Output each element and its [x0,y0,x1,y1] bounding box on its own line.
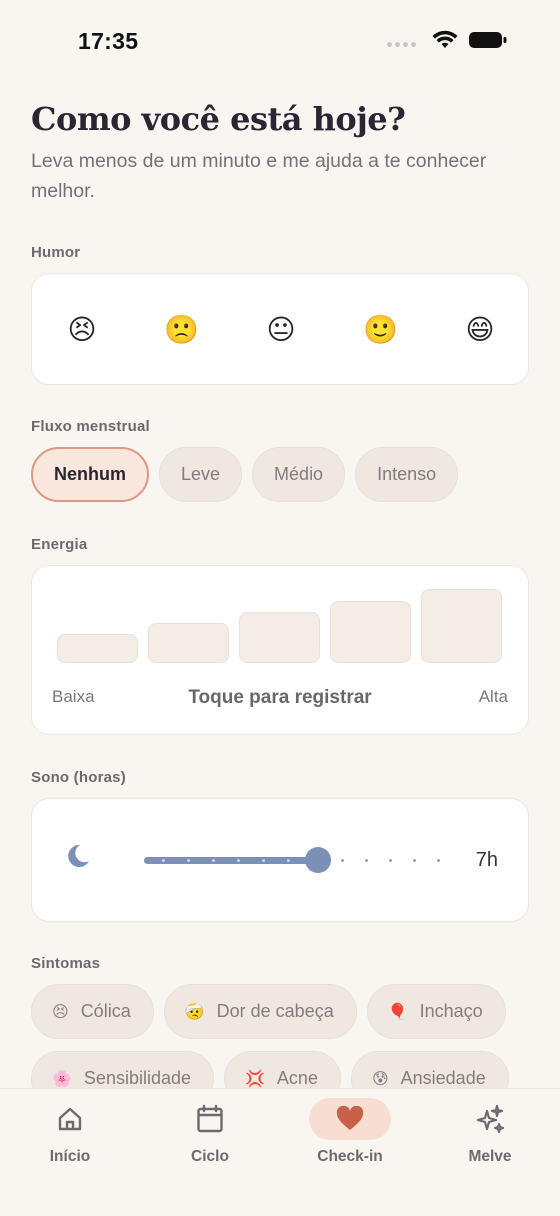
symptom-label: Dor de cabeça [216,1001,334,1021]
mood-option-good[interactable]: 🙂 [361,309,401,349]
symptoms-label: Sintomas [31,955,101,972]
mood-option-great[interactable]: 😄 [460,309,500,349]
flow-label: Fluxo menstrual [31,418,150,435]
tab-cycle[interactable]: Ciclo [160,1098,260,1166]
energy-card: Baixa Toque para registrar Alta [31,565,529,735]
symptom-cramps[interactable]: 😣 Cólica [31,984,154,1039]
mood-option-bad[interactable]: 🙁 [162,309,202,349]
sleep-slider-thumb[interactable] [305,847,331,873]
energy-level-1[interactable] [57,634,138,663]
flow-option-medium[interactable]: Médio [252,447,346,502]
calendar-icon [196,1098,224,1140]
energy-level-2[interactable] [148,623,229,663]
flow-option-none[interactable]: Nenhum [31,447,149,502]
tab-label: Início [49,1148,91,1165]
energy-level-4[interactable] [330,601,411,663]
wifi-icon [432,30,458,48]
tab-bar: Início Ciclo Check-in Melve [0,1090,560,1170]
anger-symbol-emoji-icon: 💢 [245,1070,265,1088]
symptom-bloating[interactable]: 🎈 Inchaço [366,984,506,1039]
checkin-content: Como você está hoje? Leva menos de um mi… [31,96,529,1106]
symptom-label: Acne [276,1068,318,1088]
symptom-label: Sensibilidade [83,1068,191,1088]
blossom-emoji-icon: 🌸 [52,1070,72,1088]
sparkles-icon [475,1098,505,1140]
sleep-slider-remaining [341,859,440,862]
battery-icon [469,32,507,48]
tab-label: Check-in [317,1148,383,1165]
mood-card: 😣 🙁 😐 🙂 😄 [31,273,529,385]
flow-options: Nenhum Leve Médio Intenso [31,447,529,502]
symptom-label: Cólica [80,1001,131,1021]
mood-label: Humor [31,244,81,261]
page-subtitle: Leva menos de um minuto e me ajuda a te … [31,150,487,202]
moon-icon [68,844,89,867]
energy-level-3[interactable] [239,612,320,663]
sleep-slider-ticks [162,859,315,862]
anxious-face-emoji-icon: 😰 [371,1070,389,1088]
tab-label: Ciclo [191,1148,229,1165]
mood-option-neutral[interactable]: 😐 [261,309,301,349]
sleep-card: 7h [31,798,529,922]
headache-emoji-icon: 🤕 [184,1003,205,1021]
symptom-label: Ansiedade [400,1068,486,1088]
status-icons [387,30,508,50]
tab-checkin[interactable]: Check-in [300,1098,400,1166]
tab-home[interactable]: Início [20,1098,120,1166]
flow-option-heavy[interactable]: Intenso [355,447,459,502]
page-title: Como você está hoje? [31,100,406,138]
balloon-emoji-icon: 🎈 [387,1003,408,1021]
mood-option-very-bad[interactable]: 😣 [62,309,102,349]
cramps-emoji-icon: 😣 [52,1003,69,1021]
energy-label: Energia [31,536,88,553]
status-bar: 17:35 [0,0,560,80]
symptom-label: Inchaço [419,1001,483,1021]
sleep-label: Sono (horas) [31,769,126,786]
flow-option-light[interactable]: Leve [159,447,243,502]
tab-label: Melve [468,1148,512,1165]
energy-level-5[interactable] [421,589,502,663]
symptom-headache[interactable]: 🤕 Dor de cabeça [163,984,357,1039]
cellular-dots-icon [387,41,416,47]
sleep-value: 7h [475,849,498,871]
tab-melve[interactable]: Melve [440,1098,540,1166]
home-icon [56,1098,84,1140]
energy-high-label: Alta [478,687,508,706]
status-time: 17:35 [78,28,139,54]
energy-prompt: Toque para registrar [188,687,372,708]
heart-icon [309,1098,391,1140]
